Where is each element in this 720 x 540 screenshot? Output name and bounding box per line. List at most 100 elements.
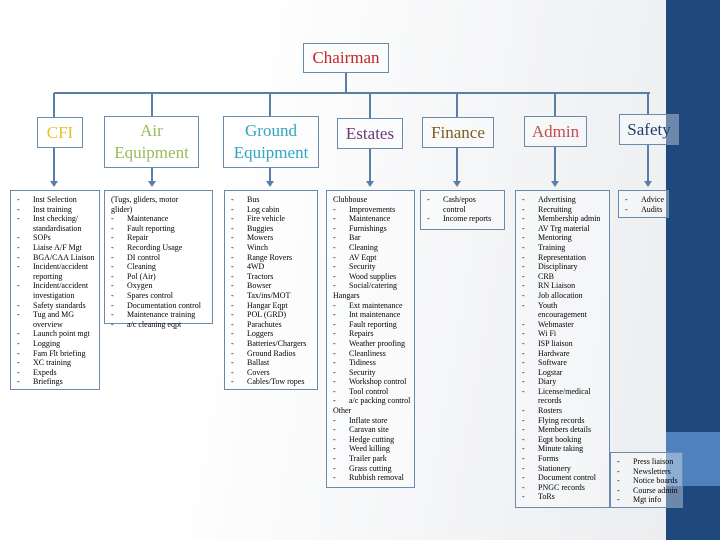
connector-line bbox=[554, 147, 556, 183]
bullet: - bbox=[522, 377, 525, 387]
duty-item: - 4WD bbox=[231, 262, 313, 272]
bullet: - bbox=[231, 358, 234, 368]
duty-text: Documentation control bbox=[127, 300, 201, 310]
duty-text: Inst checking/ bbox=[33, 214, 79, 224]
duty-item: - Fault reporting bbox=[333, 320, 410, 330]
bullet: - bbox=[333, 425, 336, 435]
duty-item: - Tidiness bbox=[333, 358, 410, 368]
bullet: - bbox=[111, 262, 114, 272]
bullet: - bbox=[111, 214, 114, 224]
duty-item: - Bar bbox=[333, 233, 410, 243]
duty-item: - Cables/Tow ropes bbox=[231, 377, 313, 387]
duty-text: Fault reporting bbox=[127, 223, 175, 233]
duty-item: - Wi Fi bbox=[522, 329, 605, 339]
duty-item: - Batteries/Chargers bbox=[231, 339, 313, 349]
bullet: - bbox=[522, 281, 525, 291]
bullet: - bbox=[333, 358, 336, 368]
duty-text: Weed killing bbox=[349, 444, 390, 454]
arrow-icon bbox=[50, 181, 58, 187]
bullet: - bbox=[17, 358, 20, 368]
duty-text: Security bbox=[349, 262, 376, 272]
duty-item: - Software bbox=[522, 358, 605, 368]
duty-item: - Rubbish removal bbox=[333, 473, 410, 483]
duty-item: - Wood supplies bbox=[333, 272, 410, 282]
duty-item: Hangars bbox=[333, 291, 410, 301]
duty-item: - Maintenance bbox=[111, 214, 208, 224]
duty-text: a/c packing control bbox=[349, 396, 411, 406]
duty-text: Fault reporting bbox=[349, 319, 397, 329]
bullet: - bbox=[522, 271, 525, 281]
duty-item: - Newsletters bbox=[617, 467, 678, 477]
duty-text: Incident/accident bbox=[33, 281, 89, 291]
duty-text: Cleaning bbox=[127, 262, 156, 272]
bullet: - bbox=[617, 495, 620, 505]
bullet: - bbox=[522, 492, 525, 502]
bullet: - bbox=[617, 476, 620, 486]
bullet: - bbox=[522, 319, 525, 329]
bullet: - bbox=[625, 204, 628, 214]
duty-item: - a/c packing control bbox=[333, 396, 410, 406]
duty-text: ToRs bbox=[538, 492, 555, 502]
department-header: Air Equipment bbox=[104, 116, 199, 168]
bullet: - bbox=[231, 214, 234, 224]
duty-text: Wi Fi bbox=[538, 329, 557, 339]
bullet: - bbox=[231, 310, 234, 320]
duty-item: - Press liaison bbox=[617, 457, 678, 467]
bullet: - bbox=[522, 367, 525, 377]
duty-text: Recording Usage bbox=[127, 242, 183, 252]
bullet: - bbox=[333, 396, 336, 406]
duty-item: - Caravan site bbox=[333, 425, 410, 435]
bullet: - bbox=[17, 300, 20, 310]
connector-line bbox=[53, 148, 55, 183]
duty-item: - Ground Radios bbox=[231, 349, 313, 359]
bullet: - bbox=[333, 367, 336, 377]
duty-text: Bowser bbox=[247, 281, 272, 291]
bullet: - bbox=[333, 463, 336, 473]
duty-item: - License/medical bbox=[522, 387, 605, 397]
bullet: - bbox=[333, 434, 336, 444]
duty-text: overview bbox=[33, 319, 63, 329]
duty-text: Workshop control bbox=[349, 377, 407, 387]
duty-item: reporting bbox=[17, 272, 95, 282]
duty-text: Representation bbox=[538, 252, 586, 262]
bullet: - bbox=[522, 406, 525, 416]
duty-text: Minute taking bbox=[538, 444, 584, 454]
duty-text: Tool control bbox=[349, 386, 389, 396]
bullet: - bbox=[333, 223, 336, 233]
connector-line bbox=[151, 93, 153, 116]
bullet: - bbox=[522, 358, 525, 368]
duty-item: - POL (GRD) bbox=[231, 310, 313, 320]
duty-text: RN Liaison bbox=[538, 281, 576, 291]
duty-item: - Furnishings bbox=[333, 224, 410, 234]
connector-line bbox=[647, 145, 649, 183]
duty-item: - Cleanliness bbox=[333, 349, 410, 359]
duty-text: Furnishings bbox=[349, 223, 387, 233]
duty-text: Ground Radios bbox=[247, 348, 296, 358]
duty-text: Inst Selection bbox=[33, 195, 77, 204]
duty-text: Improvements bbox=[349, 204, 396, 214]
bullet: - bbox=[333, 319, 336, 329]
duty-text: 4WD bbox=[247, 262, 265, 272]
bullet: - bbox=[111, 242, 114, 252]
duty-text: Advertising bbox=[538, 195, 576, 204]
bullet: - bbox=[17, 377, 20, 387]
duty-text: Membership admin bbox=[538, 214, 601, 224]
duty-text: Covers bbox=[247, 367, 270, 377]
duty-item: - XC training bbox=[17, 358, 95, 368]
duty-text: Liaise A/F Mgt bbox=[33, 242, 82, 252]
duty-item: - Audits bbox=[625, 205, 664, 215]
bullet: - bbox=[17, 233, 20, 243]
bullet: - bbox=[17, 214, 20, 224]
connector-line bbox=[345, 73, 347, 94]
duty-text: Maintenance bbox=[127, 214, 169, 224]
duty-item: - Weed killing bbox=[333, 444, 410, 454]
duty-text: Parachutes bbox=[247, 319, 282, 329]
duty-item: - a/c cleaning eqpt bbox=[111, 320, 208, 330]
arrow-icon bbox=[266, 181, 274, 187]
bullet: - bbox=[231, 233, 234, 243]
duty-item: - Mentoring bbox=[522, 233, 605, 243]
duty-item: - Inst checking/ bbox=[17, 214, 95, 224]
connector-line bbox=[456, 93, 458, 117]
duty-item: - Tug and MG bbox=[17, 310, 95, 320]
bullet: - bbox=[522, 482, 525, 492]
